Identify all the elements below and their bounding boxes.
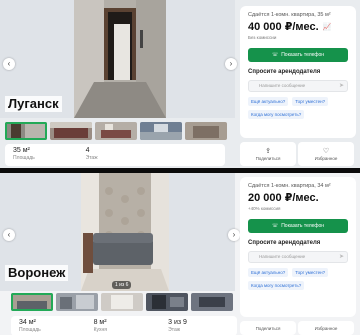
price: 20 000 ₽/мес. [240,189,356,204]
param-area: 34 м² Площадь [11,316,86,335]
photo-counter: 1 из 6 [112,281,132,289]
price-value: 20 000 ₽/мес. [248,192,319,204]
param-floor: 3 из 9 Этаж [160,316,235,335]
offer-card: Сдаётся 1-комн. квартира, 35 м² 40 000 ₽… [240,6,356,138]
message-input[interactable]: Напишите сообщение ➤ [248,80,348,92]
send-icon[interactable]: ➤ [339,252,344,262]
param-value: 3 из 9 [168,319,187,326]
thumbnail[interactable] [50,122,92,140]
offer-card: Сдаётся 1-комн. квартира, 34 м² 20 000 ₽… [240,177,356,317]
show-phone-label: Показать телефон [281,223,325,229]
chart-icon[interactable]: 📈 [323,23,332,31]
share-button[interactable]: ⇪ Поделиться [240,142,296,166]
chevron-left-icon: ‹ [7,59,11,68]
favorite-button[interactable]: Избранное [298,321,354,335]
param-value: 8 м² [93,319,107,326]
message-input[interactable]: Напишите сообщение ➤ [248,251,348,263]
quick-question-chip[interactable]: Когда могу посмотреть? [248,110,305,119]
show-phone-label: Показать телефон [281,52,325,58]
thumbnail[interactable] [191,293,233,311]
thumbnail-strip [11,293,233,311]
quick-question-chip[interactable]: Когда могу посмотреть? [248,281,305,290]
main-photo[interactable] [74,0,166,118]
apartment-params: 35 м² Площадь 4 Этаж [5,144,225,166]
param-label: Этаж [85,155,98,161]
thumbnail[interactable] [146,293,188,311]
price: 40 000 ₽/мес. 📈 [240,18,356,33]
quick-question-chip[interactable]: Ещё актуально? [248,97,289,106]
thumbnail[interactable] [56,293,98,311]
show-phone-button[interactable]: ☏ Показать телефон [248,219,348,233]
heart-icon: ♡ [322,147,330,155]
chevron-right-icon: › [232,230,236,239]
favorite-label: Избранное [314,326,338,331]
param-floor: 4 Этаж [78,144,151,166]
thumbnail[interactable] [11,293,53,311]
action-bar: ⇪ Поделиться ♡ Избранное [240,142,356,166]
message-placeholder: Напишите сообщение [259,254,306,259]
listing-voronezh: 1 из 6 ‹ › Воронеж 34 м² Площадь 8 м² Ку… [0,173,360,335]
offer-title: Сдаётся 1-комн. квартира, 34 м² [248,183,331,189]
next-photo-button[interactable]: › [225,58,237,70]
favorite-label: Избранное [314,155,338,161]
quick-question-chip[interactable]: Торг уместен? [292,97,329,106]
param-kitchen: 8 м² Кухня [86,316,161,335]
param-label: Этаж [168,327,181,333]
share-label: Поделиться [255,155,281,161]
city-title: Луганск [5,96,62,112]
param-value: 35 м² [13,147,30,154]
next-photo-button[interactable]: › [228,229,240,241]
action-bar: Поделиться Избранное [240,321,356,335]
thumbnail[interactable] [101,293,143,311]
quick-question-chip[interactable]: Торг уместен? [292,268,329,277]
main-photo[interactable] [81,173,169,291]
share-button[interactable]: Поделиться [240,321,296,335]
param-value: 34 м² [19,319,36,326]
thumbnail-strip [5,122,227,140]
share-icon: ⇪ [265,147,271,155]
apartment-params: 34 м² Площадь 8 м² Кухня 3 из 9 Этаж [11,316,237,335]
quick-questions: Ещё актуально? Торг уместен? Когда могу … [240,263,356,290]
thumbnail[interactable] [5,122,47,140]
param-area: 35 м² Площадь [5,144,78,166]
commission-note: Без комиссии [248,35,277,40]
ask-landlord-title: Спросите арендодателя [248,240,321,246]
thumbnail[interactable] [140,122,182,140]
quick-questions: Ещё актуально? Торг уместен? Когда могу … [240,92,356,119]
message-placeholder: Напишите сообщение [259,83,306,88]
send-icon[interactable]: ➤ [339,81,344,91]
thumbnail[interactable] [95,122,137,140]
city-title: Воронеж [5,265,69,281]
param-label: Кухня [93,327,107,333]
chevron-right-icon: › [229,59,233,68]
phone-icon: ☏ [271,52,279,58]
commission-note: +40% комиссия [248,206,281,211]
param-label: Площадь [13,155,35,161]
param-label: Площадь [19,327,41,333]
price-value: 40 000 ₽/мес. [248,21,319,33]
phone-icon: ☏ [271,223,279,229]
ask-landlord-title: Спросите арендодателя [248,69,321,75]
listing-luhansk: ‹ › Луганск 35 м² Площадь 4 Этаж Сдаётся… [0,0,360,168]
param-value: 4 [85,147,90,154]
show-phone-button[interactable]: ☏ Показать телефон [248,48,348,62]
chevron-left-icon: ‹ [7,230,11,239]
thumbnail[interactable] [185,122,227,140]
favorite-button[interactable]: ♡ Избранное [298,142,354,166]
share-label: Поделиться [255,326,281,331]
prev-photo-button[interactable]: ‹ [3,58,15,70]
quick-question-chip[interactable]: Ещё актуально? [248,268,289,277]
prev-photo-button[interactable]: ‹ [3,229,15,241]
offer-title: Сдаётся 1-комн. квартира, 35 м² [248,12,331,18]
